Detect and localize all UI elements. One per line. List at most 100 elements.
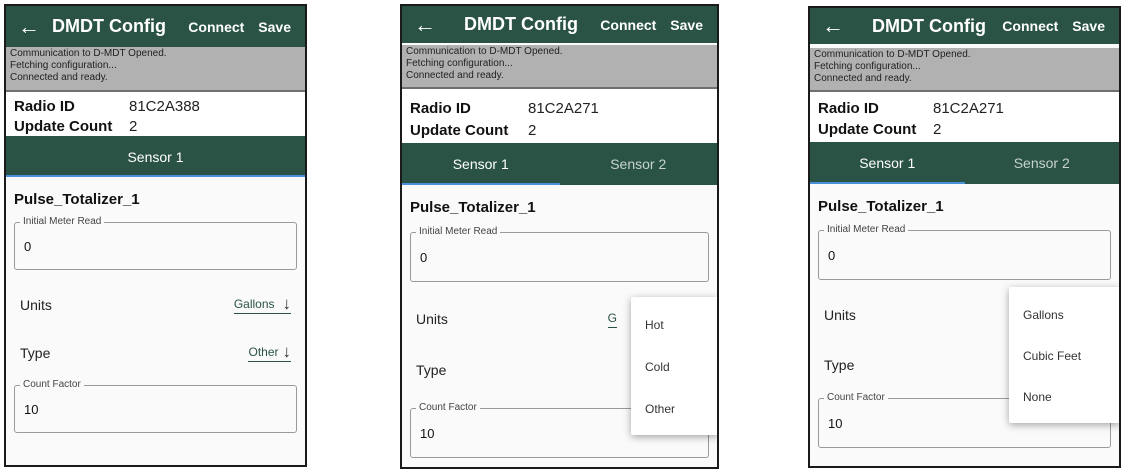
type-label: Type: [824, 357, 855, 373]
back-arrow-icon[interactable]: ←: [402, 12, 448, 38]
device-info: Radio ID 81C2A388 Update Count 2: [6, 92, 305, 136]
status-line: Communication to D-MDT Opened.: [406, 46, 563, 57]
tab-sensor-2[interactable]: Sensor 2: [560, 143, 718, 185]
units-selected-value: Gallons: [233, 296, 275, 311]
update-count-value: 2: [129, 117, 138, 135]
screen-3: ← DMDT Config Connect Save Communication…: [808, 6, 1121, 468]
connect-button[interactable]: Connect: [1002, 18, 1058, 34]
arrow-down-icon: ↓: [282, 341, 292, 361]
units-dropdown[interactable]: G: [607, 310, 617, 328]
status-log: Communication to D-MDT Opened. Fetching …: [6, 47, 305, 92]
menu-item-gallons[interactable]: Gallons: [1023, 308, 1064, 322]
radio-id-label: Radio ID: [410, 99, 471, 117]
app-title: DMDT Config: [464, 14, 578, 34]
tab-indicator: [6, 175, 305, 177]
count-factor-label: Count Factor: [20, 379, 84, 390]
initial-meter-read-field[interactable]: Initial Meter Read 0: [818, 224, 1111, 280]
tab-sensor-1[interactable]: Sensor 1: [810, 142, 965, 184]
sensor-form: Pulse_Totalizer_1 Initial Meter Read 0 U…: [6, 191, 305, 433]
tab-sensor-2[interactable]: Sensor 2: [965, 142, 1120, 184]
device-info: Radio ID 81C2A271 Update Count 2: [810, 92, 1119, 142]
tab-indicator: [402, 183, 560, 185]
initial-meter-read-label: Initial Meter Read: [416, 226, 501, 237]
status-line: Fetching configuration...: [10, 60, 117, 71]
menu-item-other[interactable]: Other: [645, 402, 675, 416]
type-row: Type Other ↓: [14, 329, 297, 377]
update-count-label: Update Count: [818, 121, 917, 138]
type-selected-value: Other: [248, 344, 279, 359]
back-arrow-icon[interactable]: ←: [6, 14, 52, 40]
save-button[interactable]: Save: [670, 17, 703, 33]
status-line: Fetching configuration...: [814, 61, 921, 72]
tab-sensor-1[interactable]: Sensor 1: [6, 136, 305, 177]
app-bar: ← DMDT Config Connect Save: [810, 8, 1119, 44]
units-label: Units: [824, 307, 856, 323]
menu-item-hot[interactable]: Hot: [645, 318, 664, 332]
tab-indicator: [810, 182, 965, 184]
tab-sensor-1[interactable]: Sensor 1: [402, 143, 560, 185]
status-log: Communication to D-MDT Opened. Fetching …: [402, 45, 717, 89]
units-selected-value: G: [607, 310, 617, 325]
app-bar: ← DMDT Config Connect Save: [402, 6, 717, 43]
units-dropdown[interactable]: Gallons ↓: [233, 293, 292, 314]
app-bar: ← DMDT Config Connect Save: [6, 6, 305, 47]
type-label: Type: [20, 345, 51, 361]
menu-item-cubic-feet[interactable]: Cubic Feet: [1023, 349, 1081, 363]
units-row: Units Gallons ↓: [14, 281, 297, 329]
initial-meter-read-label: Initial Meter Read: [824, 224, 909, 235]
menu-item-none[interactable]: None: [1023, 390, 1052, 404]
update-count-value: 2: [933, 121, 942, 138]
radio-id-label: Radio ID: [818, 100, 879, 117]
status-log: Communication to D-MDT Opened. Fetching …: [810, 48, 1119, 92]
status-line: Communication to D-MDT Opened.: [10, 48, 167, 59]
back-arrow-icon[interactable]: ←: [810, 13, 856, 39]
screen-1: ← DMDT Config Connect Save Communication…: [4, 4, 307, 467]
status-line: Communication to D-MDT Opened.: [814, 49, 971, 60]
type-dropdown[interactable]: Other ↓: [248, 341, 292, 362]
device-info: Radio ID 81C2A271 Update Count 2: [402, 89, 717, 143]
app-title: DMDT Config: [52, 16, 166, 36]
count-factor-value: 10: [828, 416, 843, 431]
save-button[interactable]: Save: [1072, 18, 1105, 34]
connect-button[interactable]: Connect: [188, 19, 244, 35]
sensor-name: Pulse_Totalizer_1: [818, 198, 944, 215]
update-count-value: 2: [528, 121, 537, 139]
sensor-tabs: Sensor 1 Sensor 2: [402, 143, 717, 185]
radio-id-value: 81C2A388: [129, 97, 200, 115]
sensor-name: Pulse_Totalizer_1: [410, 199, 536, 216]
initial-meter-read-value: 0: [24, 239, 32, 254]
count-factor-value: 10: [24, 402, 39, 417]
sensor-name: Pulse_Totalizer_1: [14, 191, 140, 208]
sensor-tabs: Sensor 1 Sensor 2: [810, 142, 1119, 184]
status-line: Fetching configuration...: [406, 58, 513, 69]
initial-meter-read-value: 0: [420, 250, 428, 265]
count-factor-value: 10: [420, 426, 435, 441]
radio-id-value: 81C2A271: [933, 100, 1004, 117]
units-label: Units: [20, 297, 52, 313]
units-dropdown-menu: Gallons Cubic Feet None: [1009, 287, 1119, 423]
update-count-label: Update Count: [14, 117, 113, 135]
save-button[interactable]: Save: [258, 19, 291, 35]
count-factor-label: Count Factor: [824, 392, 888, 403]
menu-item-cold[interactable]: Cold: [645, 360, 670, 374]
status-line: Connected and ready.: [814, 73, 912, 84]
status-line: Connected and ready.: [406, 70, 504, 81]
sensor-tabs: Sensor 1: [6, 136, 305, 177]
screen-2: ← DMDT Config Connect Save Communication…: [400, 4, 719, 469]
radio-id-value: 81C2A271: [528, 99, 599, 117]
radio-id-label: Radio ID: [14, 97, 75, 115]
count-factor-label: Count Factor: [416, 402, 480, 413]
type-label: Type: [416, 362, 447, 378]
arrow-down-icon: ↓: [282, 293, 292, 313]
count-factor-field[interactable]: Count Factor 10: [14, 379, 297, 433]
initial-meter-read-field[interactable]: Initial Meter Read 0: [410, 226, 709, 282]
initial-meter-read-value: 0: [828, 248, 836, 263]
initial-meter-read-field[interactable]: Initial Meter Read 0: [14, 216, 297, 270]
connect-button[interactable]: Connect: [600, 17, 656, 33]
status-line: Connected and ready.: [10, 72, 108, 83]
units-label: Units: [416, 311, 448, 327]
initial-meter-read-label: Initial Meter Read: [20, 216, 105, 227]
update-count-label: Update Count: [410, 121, 509, 139]
app-title: DMDT Config: [872, 15, 986, 36]
type-dropdown-menu: Hot Cold Other: [631, 297, 717, 435]
